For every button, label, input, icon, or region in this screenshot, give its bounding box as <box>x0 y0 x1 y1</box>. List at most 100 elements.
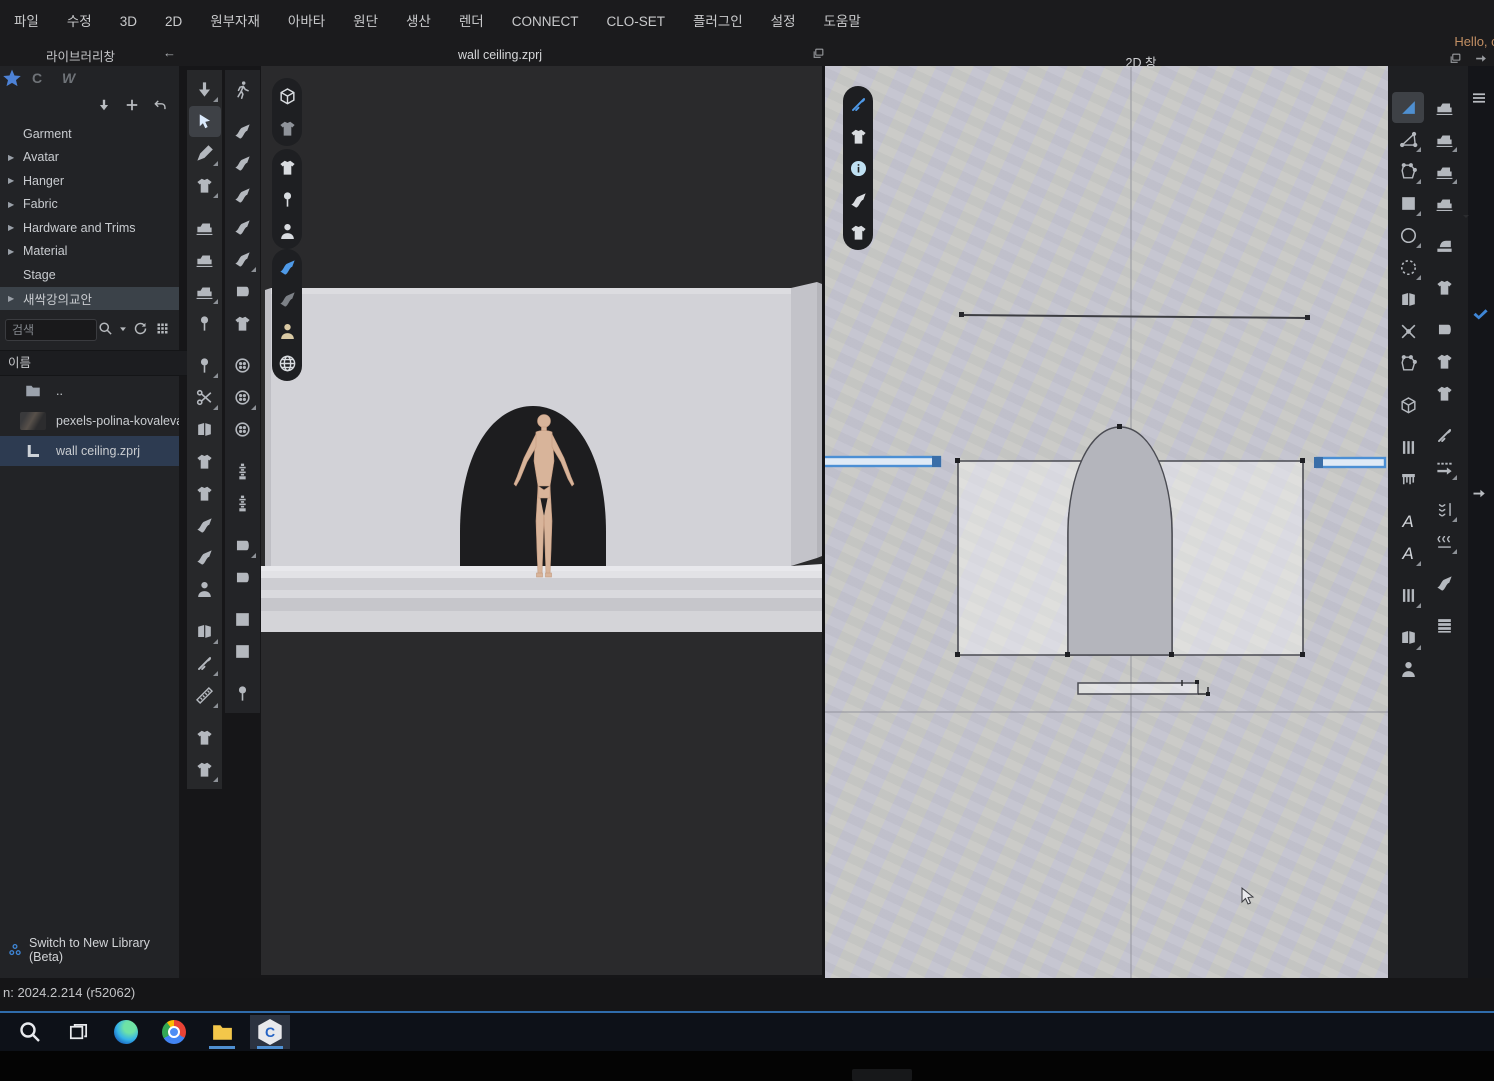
flatten-2-tool-icon[interactable] <box>227 180 259 211</box>
viewport-divider[interactable] <box>822 66 825 978</box>
shirt-measure-tool-icon[interactable] <box>189 722 221 753</box>
download-library-icon[interactable] <box>97 98 111 112</box>
globe-environment-icon[interactable] <box>276 352 298 374</box>
roll-tool-icon[interactable] <box>227 562 259 593</box>
roll-selected-tool-icon[interactable] <box>227 530 259 561</box>
reset-library-icon[interactable] <box>153 98 167 112</box>
swatch-2-tool-icon[interactable] <box>227 636 259 667</box>
expand-panel-arrow-icon[interactable] <box>1471 486 1486 501</box>
walk-avatar-tool-icon[interactable] <box>227 74 259 105</box>
sewing-machine-tool-icon[interactable] <box>189 212 221 243</box>
search-input[interactable] <box>5 319 97 341</box>
category-material[interactable]: ▶Material <box>0 240 179 264</box>
measure-tape-tool-icon[interactable] <box>189 680 221 711</box>
edit-curve-tool-icon[interactable] <box>1392 156 1424 187</box>
confirm-check-icon[interactable] <box>1471 306 1488 323</box>
cube-snap-icon[interactable] <box>276 85 298 107</box>
checker-shirt-tool-icon[interactable] <box>227 308 259 339</box>
taskbar-explorer-icon[interactable] <box>202 1015 242 1049</box>
grab-fabric-tool-icon[interactable] <box>1428 314 1460 345</box>
button-lock-tool-icon[interactable] <box>227 414 259 445</box>
menu-edit[interactable]: 수정 <box>53 0 106 44</box>
pleats-tool-icon[interactable] <box>1392 580 1424 611</box>
file-row-pexels-image[interactable]: pexels-polina-kovaleva <box>0 406 179 436</box>
iron-press-tool-icon[interactable] <box>1428 230 1460 261</box>
menu-help[interactable]: 도움말 <box>810 0 875 44</box>
clo-logo-c-icon[interactable]: C <box>32 70 42 86</box>
menu-connect[interactable]: CONNECT <box>498 0 593 44</box>
shirts-pair-tool-icon[interactable] <box>189 478 221 509</box>
menu-plugin[interactable]: 플러그인 <box>679 0 757 44</box>
text-tool-icon[interactable]: A <box>1392 506 1424 537</box>
pen-dart-tool-icon[interactable] <box>189 138 221 169</box>
search-icon[interactable] <box>98 321 113 336</box>
grade-text-tool-icon[interactable]: A <box>1392 538 1424 569</box>
bind-fabric-tool-icon[interactable] <box>189 616 221 647</box>
menu-trims[interactable]: 원부자재 <box>196 0 274 44</box>
dashed-arrow-tool-icon[interactable] <box>1428 452 1460 483</box>
menu-production[interactable]: 생산 <box>392 0 445 44</box>
category-saessak-lecture[interactable]: ▶새싹강의교안 <box>0 287 179 311</box>
zipper-top-tool-icon[interactable] <box>227 456 259 487</box>
add-library-icon[interactable] <box>125 98 139 112</box>
comb-notch-tool-icon[interactable] <box>1392 464 1424 495</box>
library-window-tab[interactable]: 라이브러리창 <box>46 46 115 65</box>
button-tool-icon[interactable] <box>227 382 259 413</box>
grab-texture-tool-icon[interactable] <box>227 276 259 307</box>
swatch-stack-tool-icon[interactable] <box>1392 284 1424 315</box>
taskbar-clo3d-icon[interactable]: C <box>250 1015 290 1049</box>
fold-add-tool-icon[interactable] <box>1428 568 1460 599</box>
checker-shirt-2d-b-icon[interactable] <box>1428 378 1460 409</box>
collapse-library-icon[interactable]: ← <box>163 45 176 60</box>
jacket-tool-icon[interactable] <box>189 446 221 477</box>
pin-avatar-icon[interactable] <box>276 188 298 210</box>
category-stage[interactable]: Stage <box>0 263 179 287</box>
category-garment[interactable]: Garment <box>0 122 179 146</box>
checker-shirt-2d-icon[interactable] <box>1428 346 1460 377</box>
pattern-shape-tool-icon[interactable] <box>1392 188 1424 219</box>
sewing-free-tool-icon[interactable] <box>189 276 221 307</box>
fold-dart-tool-icon[interactable] <box>1392 622 1424 653</box>
shirt-dots-icon[interactable] <box>276 117 298 139</box>
drape-garment-tool-icon[interactable] <box>189 170 221 201</box>
show-avatar-icon[interactable] <box>276 220 298 242</box>
menu-fabric[interactable]: 원단 <box>339 0 392 44</box>
fold-arrange-tool-icon[interactable] <box>189 414 221 445</box>
category-hanger[interactable]: ▶Hanger <box>0 169 179 193</box>
menu-render[interactable]: 렌더 <box>445 0 498 44</box>
pin-tack-tool-icon[interactable] <box>189 308 221 339</box>
download-tool-icon[interactable] <box>189 74 221 105</box>
account-greeting[interactable]: Hello, cr <box>1454 34 1494 49</box>
taskbar-search-icon[interactable] <box>10 1015 50 1049</box>
panel-menu-icon[interactable] <box>1471 90 1487 106</box>
sew-machine-2d-icon[interactable] <box>1428 92 1460 123</box>
fabric-steam-tool-icon[interactable] <box>189 510 221 541</box>
seam-ruler-tool-icon[interactable] <box>1392 432 1424 463</box>
flatten-1-tool-icon[interactable] <box>227 148 259 179</box>
pin-needle-tool-icon[interactable] <box>189 350 221 381</box>
edit-points-tool-icon[interactable] <box>1392 124 1424 155</box>
detach-2d-icon[interactable] <box>1449 52 1462 65</box>
file-row-wall-ceiling[interactable]: wall ceiling.zprj <box>0 436 179 466</box>
favorites-star-icon[interactable] <box>2 68 22 88</box>
flatten-4-tool-icon[interactable] <box>227 244 259 275</box>
flatten-3-tool-icon[interactable] <box>227 212 259 243</box>
show-pattern-shirt-icon[interactable] <box>847 125 869 147</box>
box-pleat-tool-icon[interactable] <box>1392 390 1424 421</box>
avatar-fit-tool-icon[interactable] <box>1392 654 1424 685</box>
menu-file[interactable]: 파일 <box>0 0 53 44</box>
hide-fabric-icon[interactable] <box>276 288 298 310</box>
clo-logo-w-icon[interactable]: W <box>62 70 75 86</box>
viewport-3d[interactable] <box>261 66 822 975</box>
shirt-sim-tool-icon[interactable] <box>1428 272 1460 303</box>
layer-stack-tool-icon[interactable] <box>1428 610 1460 641</box>
sewing-segment-tool-icon[interactable] <box>189 244 221 275</box>
avatar-dress-tool-icon[interactable] <box>189 574 221 605</box>
taskbar-taskview-icon[interactable] <box>58 1015 98 1049</box>
viewport-2d[interactable] <box>824 66 1390 980</box>
search-filter-caret-icon[interactable] <box>118 324 128 334</box>
shirring-h-tool-icon[interactable] <box>1428 526 1460 557</box>
dashed-circle-tool-icon[interactable] <box>1392 252 1424 283</box>
category-hardware-trims[interactable]: ▶Hardware and Trims <box>0 216 179 240</box>
shirt-grade-tool-icon[interactable] <box>189 754 221 785</box>
